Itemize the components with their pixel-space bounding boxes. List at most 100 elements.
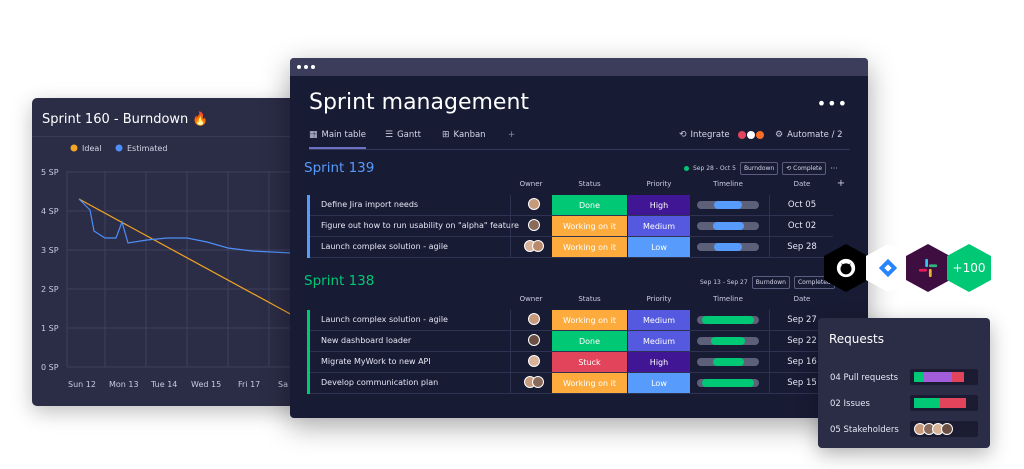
table-row[interactable]: Define Jira import needs Done High Oct 0… bbox=[307, 195, 833, 216]
burndown-title: Sprint 160 - Burndown 🔥 bbox=[42, 112, 209, 127]
status-cell[interactable]: Working on it bbox=[552, 216, 627, 236]
slack-icon[interactable] bbox=[906, 244, 950, 292]
priority-cell[interactable]: High bbox=[628, 195, 690, 215]
more-options-icon[interactable]: ••• bbox=[817, 94, 848, 113]
jira-icon[interactable] bbox=[866, 244, 910, 292]
issues-bar bbox=[910, 395, 978, 411]
y-tick: 2 SP bbox=[41, 285, 59, 294]
burndown-button[interactable]: Burndown bbox=[751, 276, 790, 289]
owner-cell[interactable] bbox=[519, 313, 549, 328]
priority-cell[interactable]: Low bbox=[628, 237, 690, 257]
avatar bbox=[532, 240, 544, 252]
column-owner[interactable]: Owner bbox=[516, 180, 546, 188]
automate-button[interactable]: ⚙ Automate / 2 bbox=[775, 130, 843, 140]
table-row[interactable]: Develop communication plan Working on it… bbox=[307, 373, 833, 394]
column-owner[interactable]: Owner bbox=[516, 295, 546, 303]
timeline-bar[interactable] bbox=[697, 379, 759, 387]
group-more-icon[interactable]: ··· bbox=[830, 164, 838, 173]
status-cell[interactable]: Done bbox=[552, 331, 627, 351]
owner-cell[interactable] bbox=[519, 355, 549, 370]
automate-label: Automate / 2 bbox=[787, 130, 843, 140]
divider bbox=[769, 373, 770, 394]
column-priority[interactable]: Priority bbox=[628, 180, 690, 188]
owner-cell[interactable] bbox=[519, 334, 549, 349]
timeline-bar[interactable] bbox=[697, 358, 759, 366]
column-status[interactable]: Status bbox=[552, 180, 627, 188]
tab-main-table[interactable]: ▦ Main table bbox=[309, 130, 367, 149]
timeline-bar[interactable] bbox=[697, 337, 759, 345]
status-cell[interactable]: Working on it bbox=[552, 373, 627, 393]
y-tick: 1 SP bbox=[41, 324, 59, 333]
add-view-button[interactable]: + bbox=[508, 130, 515, 140]
owner-cell[interactable] bbox=[519, 198, 549, 213]
column-date[interactable]: Date bbox=[772, 180, 832, 188]
item-name[interactable]: New dashboard loader bbox=[321, 336, 411, 345]
more-integrations-badge[interactable]: +100 bbox=[947, 244, 991, 292]
column-timeline[interactable]: Timeline bbox=[697, 180, 759, 188]
timeline-bar[interactable] bbox=[697, 316, 759, 324]
date-cell[interactable]: Oct 02 bbox=[772, 221, 832, 231]
item-name[interactable]: Migrate MyWork to new API bbox=[321, 357, 431, 366]
request-pull-requests[interactable]: 04 Pull requests bbox=[830, 373, 898, 383]
status-cell[interactable]: Done bbox=[552, 195, 627, 215]
status-cell[interactable]: Working on it bbox=[552, 237, 627, 257]
priority-cell[interactable]: High bbox=[628, 352, 690, 372]
burndown-button[interactable]: Burndown bbox=[739, 162, 779, 175]
timeline-fill bbox=[710, 337, 746, 345]
bar-segment bbox=[952, 372, 964, 382]
timeline-fill bbox=[712, 358, 744, 366]
owner-cell[interactable] bbox=[519, 240, 549, 255]
view-tabs: ▦ Main table ☰ Gantt ⊞ Kanban + ⟲ Integr… bbox=[309, 128, 850, 150]
group-color-bar bbox=[307, 310, 310, 331]
table-row[interactable]: New dashboard loader Done Medium Sep 22 bbox=[307, 331, 833, 352]
table-row[interactable]: Launch complex solution - agile Working … bbox=[307, 310, 833, 331]
x-tick: Sa bbox=[278, 380, 288, 389]
divider bbox=[510, 237, 511, 258]
app-icon bbox=[746, 131, 755, 139]
priority-cell[interactable]: Medium bbox=[628, 216, 690, 236]
window-dot bbox=[297, 65, 301, 69]
request-stakeholders[interactable]: 05 Stakeholders bbox=[830, 425, 899, 435]
timeline-bar[interactable] bbox=[697, 243, 759, 251]
item-name[interactable]: Launch complex solution - agile bbox=[321, 315, 448, 324]
x-tick: Tue 14 bbox=[150, 380, 177, 389]
group-color-bar bbox=[307, 195, 310, 216]
date-cell[interactable]: Oct 05 bbox=[772, 200, 832, 210]
priority-cell[interactable]: Medium bbox=[628, 310, 690, 330]
status-cell[interactable]: Working on it bbox=[552, 310, 627, 330]
item-name[interactable]: Launch complex solution - agile bbox=[321, 242, 448, 251]
timeline-bar[interactable] bbox=[697, 222, 759, 230]
add-column-button[interactable]: + bbox=[834, 178, 848, 189]
tab-gantt[interactable]: ☰ Gantt bbox=[385, 130, 421, 140]
table-row[interactable]: Figure out how to run usability on "alph… bbox=[307, 216, 833, 237]
github-logo bbox=[836, 258, 856, 278]
window-dot bbox=[304, 65, 308, 69]
group-title-sprint-139[interactable]: Sprint 139 bbox=[304, 160, 374, 176]
owner-cell[interactable] bbox=[519, 376, 549, 391]
column-priority[interactable]: Priority bbox=[628, 295, 690, 303]
status-cell[interactable]: Stuck bbox=[552, 352, 627, 372]
y-tick: 3 SP bbox=[41, 246, 59, 255]
complete-button[interactable]: ⟲ Complete bbox=[782, 162, 827, 175]
column-date[interactable]: Date bbox=[772, 295, 832, 303]
group-title-sprint-138[interactable]: Sprint 138 bbox=[304, 273, 374, 289]
date-cell[interactable]: Sep 28 bbox=[772, 242, 832, 252]
column-timeline[interactable]: Timeline bbox=[697, 295, 759, 303]
tab-kanban[interactable]: ⊞ Kanban bbox=[442, 130, 486, 140]
integrate-button[interactable]: ⟲ Integrate bbox=[679, 130, 764, 140]
priority-cell[interactable]: Low bbox=[628, 373, 690, 393]
sprint-management-window: Sprint management ••• ▦ Main table ☰ Gan… bbox=[290, 58, 868, 418]
priority-cell[interactable]: Medium bbox=[628, 331, 690, 351]
table-row[interactable]: Migrate MyWork to new API Stuck High Sep… bbox=[307, 352, 833, 373]
item-name[interactable]: Develop communication plan bbox=[321, 378, 438, 387]
owner-cell[interactable] bbox=[519, 219, 549, 234]
request-issues[interactable]: 02 Issues bbox=[830, 399, 870, 409]
timeline-bar[interactable] bbox=[697, 201, 759, 209]
column-status[interactable]: Status bbox=[552, 295, 627, 303]
y-tick: 0 SP bbox=[41, 363, 59, 372]
item-name[interactable]: Define Jira import needs bbox=[321, 200, 418, 209]
avatar bbox=[532, 376, 544, 388]
tab-label: Main table bbox=[321, 130, 367, 140]
table-row[interactable]: Launch complex solution - agile Working … bbox=[307, 237, 833, 258]
item-name[interactable]: Figure out how to run usability on "alph… bbox=[321, 221, 519, 230]
